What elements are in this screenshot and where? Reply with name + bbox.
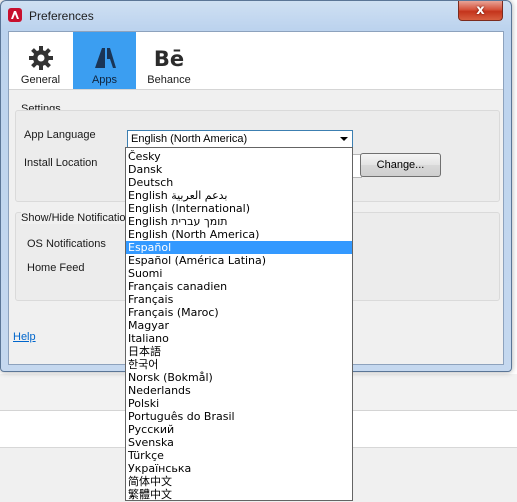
tab-behance[interactable]: Bē Behance: [139, 32, 199, 89]
home-feed-label: Home Feed: [27, 262, 85, 274]
close-icon: x: [476, 3, 485, 18]
change-location-button[interactable]: Change...: [360, 153, 441, 177]
language-option[interactable]: 한국어: [126, 358, 352, 371]
language-option[interactable]: Nederlands: [126, 384, 352, 397]
language-option[interactable]: English (North America): [126, 228, 352, 241]
app-language-select[interactable]: English (North America): [127, 130, 353, 148]
os-notifications-label: OS Notifications: [27, 238, 106, 250]
dropdown-arrow-icon: [340, 137, 348, 141]
language-option[interactable]: Polski: [126, 397, 352, 410]
language-option[interactable]: Deutsch: [126, 176, 352, 189]
language-option[interactable]: English תומך עברית: [126, 215, 352, 228]
language-option[interactable]: Français: [126, 293, 352, 306]
tab-behance-label: Behance: [147, 74, 191, 86]
install-location-label: Install Location: [24, 157, 98, 169]
tab-general[interactable]: General: [9, 32, 72, 89]
app-language-label: App Language: [24, 129, 96, 141]
notifications-section-title: Show/Hide Notificatio: [21, 212, 126, 224]
language-dropdown-list[interactable]: Česky Dansk Deutsch English بدعم العربية Eng…: [125, 147, 353, 501]
language-option[interactable]: Español: [126, 241, 352, 254]
title-bar[interactable]: Preferences x: [1, 1, 511, 31]
language-option[interactable]: Français canadien: [126, 280, 352, 293]
language-option[interactable]: Türkçe: [126, 449, 352, 462]
language-option[interactable]: Русский: [126, 423, 352, 436]
language-option[interactable]: Svenska: [126, 436, 352, 449]
language-option[interactable]: 简体中文: [126, 475, 352, 488]
language-option[interactable]: Español (América Latina): [126, 254, 352, 267]
adobe-apps-icon: [93, 44, 117, 70]
language-option[interactable]: Norsk (Bokmål): [126, 371, 352, 384]
gear-icon: [28, 44, 53, 70]
tab-general-label: General: [20, 74, 61, 86]
language-option[interactable]: Français (Maroc): [126, 306, 352, 319]
language-option[interactable]: Česky: [126, 150, 352, 163]
language-option[interactable]: English بدعم العربية: [126, 189, 352, 202]
behance-icon-text: Bē: [153, 47, 185, 71]
behance-icon: Bē: [154, 44, 184, 70]
language-option[interactable]: Italiano: [126, 332, 352, 345]
help-link[interactable]: Help: [13, 331, 36, 343]
language-option[interactable]: Suomi: [126, 267, 352, 280]
language-option[interactable]: Magyar: [126, 319, 352, 332]
language-option[interactable]: Українська: [126, 462, 352, 475]
language-option[interactable]: English (International): [126, 202, 352, 215]
language-option[interactable]: 繁體中文: [126, 488, 352, 500]
language-option[interactable]: Português do Brasil: [126, 410, 352, 423]
preferences-toolbar: General Apps Bē Behance: [9, 32, 503, 90]
adobe-app-icon: [8, 8, 22, 22]
language-option[interactable]: 日本語: [126, 345, 352, 358]
tab-apps-label: Apps: [91, 74, 118, 86]
window-title: Preferences: [29, 9, 94, 23]
close-button[interactable]: x: [458, 1, 503, 21]
tab-apps[interactable]: Apps: [73, 32, 136, 89]
language-option[interactable]: Dansk: [126, 163, 352, 176]
app-language-value: English (North America): [131, 133, 248, 145]
